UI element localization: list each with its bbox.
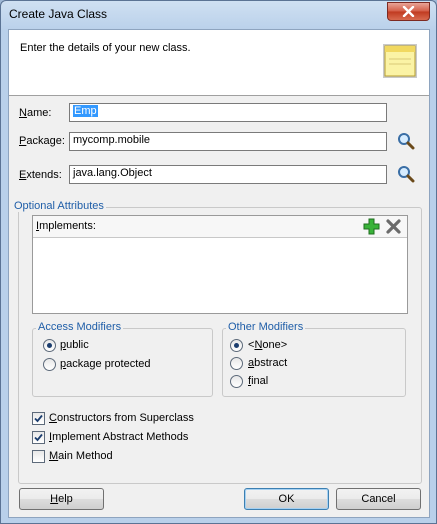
extends-label: Extends: — [19, 169, 62, 181]
ok-button[interactable]: OK — [244, 488, 329, 510]
package-label: Package: — [19, 135, 65, 147]
none-label: <None> — [248, 339, 288, 351]
magnifier-icon[interactable] — [397, 165, 415, 183]
final-radio[interactable] — [230, 375, 243, 388]
name-field[interactable]: Emp — [69, 103, 387, 122]
access-modifiers-title: Access Modifiers — [36, 321, 124, 333]
name-label: Name: — [19, 107, 52, 119]
name-value: Emp — [73, 105, 98, 117]
implements-list[interactable]: Implements: — [32, 215, 408, 314]
implement-abstract-label: Implement Abstract Methods — [49, 431, 189, 443]
package-value: mycomp.mobile — [73, 134, 151, 146]
abstract-radio[interactable] — [230, 357, 243, 370]
note-icon — [383, 44, 417, 78]
constructors-checkbox[interactable] — [32, 412, 45, 425]
checkmark-icon — [34, 433, 43, 442]
remove-icon[interactable] — [385, 218, 402, 235]
dialog-header: Enter the details of your new class. — [9, 30, 429, 96]
extends-value: java.lang.Object — [73, 167, 152, 179]
dialog-body: Enter the details of your new class. Nam… — [8, 29, 430, 518]
window-title: Create Java Class — [9, 7, 108, 21]
close-button[interactable] — [387, 2, 430, 21]
main-method-label: Main Method — [49, 450, 113, 462]
implements-label: Implements: — [36, 220, 96, 232]
public-label: public — [60, 339, 89, 351]
checkmark-icon — [34, 414, 43, 423]
abstract-label: abstract — [248, 357, 288, 369]
public-radio[interactable] — [43, 339, 56, 352]
package-protected-label: package protected — [60, 358, 151, 370]
final-label: final — [248, 375, 269, 387]
cancel-button[interactable]: Cancel — [336, 488, 421, 510]
magnifier-icon[interactable] — [397, 132, 415, 150]
title-bar[interactable]: Create Java Class — [1, 1, 436, 29]
package-protected-radio[interactable] — [43, 358, 56, 371]
dialog-window: Create Java Class Enter the details of y… — [0, 0, 437, 524]
other-modifiers-title: Other Modifiers — [226, 321, 306, 333]
implement-abstract-checkbox[interactable] — [32, 431, 45, 444]
close-icon — [402, 6, 415, 17]
optional-attributes-title: Optional Attributes — [12, 200, 106, 212]
constructors-label: Constructors from Superclass — [49, 412, 194, 424]
main-method-checkbox[interactable] — [32, 450, 45, 463]
package-field[interactable]: mycomp.mobile — [69, 132, 387, 151]
header-description: Enter the details of your new class. — [20, 42, 191, 54]
extends-field[interactable]: java.lang.Object — [69, 165, 387, 184]
help-button[interactable]: Help — [19, 488, 104, 510]
add-icon[interactable] — [363, 218, 380, 235]
implements-header: Implements: — [33, 216, 407, 238]
none-radio[interactable] — [230, 339, 243, 352]
